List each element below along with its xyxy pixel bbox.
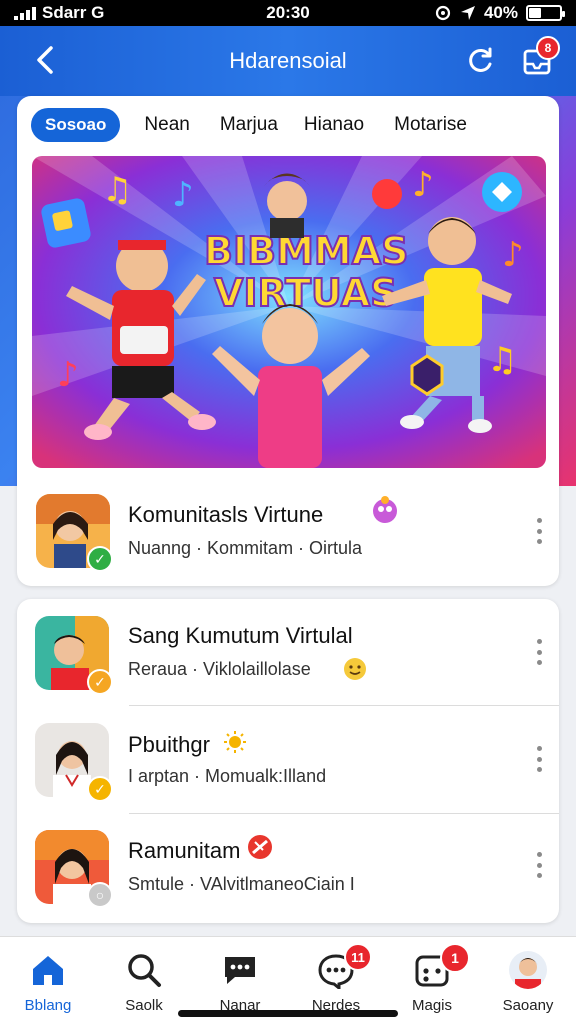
- refresh-icon[interactable]: [464, 44, 496, 76]
- chat-icon: [225, 957, 255, 984]
- home-icon: [33, 956, 63, 985]
- svg-text:♫: ♫: [487, 340, 517, 380]
- featured-title: Komunitasls Virtune: [128, 502, 324, 527]
- nav-label: Bblang: [24, 997, 72, 1014]
- banner-illustration: ♫ ♪ ♪ ♫ ♪ ♪ BIBMMAS VIRTUAS: [32, 156, 546, 468]
- featured-community-row[interactable]: ✓ Komunitasls Virtune Nuanng · Kommitam …: [17, 482, 559, 582]
- home-indicator: [178, 1010, 398, 1017]
- svg-text:♪: ♪: [412, 165, 434, 205]
- nav-label: Magis: [411, 997, 452, 1014]
- community-emoji-icon: [373, 496, 397, 523]
- nav-home[interactable]: Bblang: [0, 937, 96, 1024]
- list-item[interactable]: ✓ Pbuithgr I arptan · Momualk:Illand: [17, 706, 559, 806]
- back-arrow-icon[interactable]: [28, 42, 64, 78]
- battery-icon: [526, 5, 565, 21]
- status-bar: Sdarr G 20:30 40%: [0, 0, 576, 26]
- list-item-title: Sang Kumutum Virtulal: [128, 623, 353, 648]
- more-options-icon[interactable]: [533, 746, 545, 772]
- banner-headline-1: BIBMMAS: [204, 229, 408, 273]
- battery-percent: 40%: [483, 3, 518, 22]
- nav-label: Saoany: [502, 997, 554, 1014]
- list-item-subtitle: Reraua · Viklolaillolase: [128, 659, 311, 679]
- list-item-title: Ramunitam: [128, 838, 241, 863]
- svg-text:♪: ♪: [57, 355, 79, 395]
- tab-marjua[interactable]: Marjua: [220, 108, 278, 142]
- location-arrow-icon: [460, 6, 475, 20]
- list-item-subtitle: Smtule · VAlvitlmaneoCiain I: [128, 874, 355, 894]
- status-time: 20:30: [266, 3, 310, 22]
- tab-motarise[interactable]: Motarise: [394, 108, 467, 142]
- sync-icon: [435, 5, 451, 21]
- category-tabs: Sosoao Nean Marjua Hianao Motarise: [31, 108, 467, 142]
- list-item[interactable]: ○ Ramunitam Smtule · VAlvitlmaneoCiain I: [17, 814, 559, 914]
- more-options-icon[interactable]: [533, 852, 545, 878]
- carrier-label: Sdarr G: [42, 3, 105, 22]
- tab-nean[interactable]: Nean: [144, 108, 189, 142]
- nav-label: Saolk: [125, 997, 163, 1014]
- featured-subtitle: Nuanng · Kommitam · Oirtula: [128, 538, 363, 558]
- list-item[interactable]: ✓ Sang Kumutum Virtulal Reraua · Viklola…: [17, 599, 559, 699]
- svg-text:♫: ♫: [102, 170, 132, 210]
- nav-games[interactable]: 1 Magis: [384, 937, 480, 1024]
- svg-text:♪: ♪: [502, 235, 524, 275]
- more-options-icon[interactable]: [533, 518, 545, 544]
- tab-sosoao[interactable]: Sosoao: [31, 108, 121, 142]
- search-icon: [128, 954, 161, 987]
- app-header: Hdarensoial 8: [0, 26, 576, 96]
- notification-badge: 8: [536, 36, 560, 60]
- banner-headline-2: VIRTUAS: [214, 271, 398, 315]
- status-badge: ○: [87, 882, 113, 908]
- notifications-button[interactable]: 8: [520, 36, 560, 78]
- tab-hianao[interactable]: Hianao: [304, 108, 364, 142]
- community-list: ✓ Sang Kumutum Virtulal Reraua · Viklola…: [17, 599, 559, 923]
- more-options-icon[interactable]: [533, 639, 545, 665]
- featured-card: Sosoao Nean Marjua Hianao Motarise ♫ ♪ ♪…: [17, 96, 559, 586]
- profile-avatar: [509, 951, 547, 989]
- verified-check-icon: ✓: [87, 669, 113, 695]
- messages-badge: 11: [344, 943, 372, 971]
- event-banner[interactable]: ♫ ♪ ♪ ♫ ♪ ♪ BIBMMAS VIRTUAS: [32, 156, 546, 468]
- list-item-title: Pbuithgr: [128, 732, 210, 757]
- nav-profile[interactable]: Saoany: [480, 937, 576, 1024]
- signal-icon: [14, 6, 36, 20]
- smile-emoji-icon: [344, 658, 366, 680]
- verified-check-icon: ✓: [87, 776, 113, 802]
- ticket-emoji-icon: [248, 835, 272, 859]
- page-title: Hdarensoial: [229, 48, 347, 73]
- verified-check-icon: ✓: [87, 546, 113, 572]
- list-item-subtitle: I arptan · Momualk:Illand: [128, 766, 327, 786]
- sun-emoji-icon: [224, 731, 246, 753]
- games-badge: 1: [440, 943, 470, 973]
- svg-text:♪: ♪: [172, 175, 194, 215]
